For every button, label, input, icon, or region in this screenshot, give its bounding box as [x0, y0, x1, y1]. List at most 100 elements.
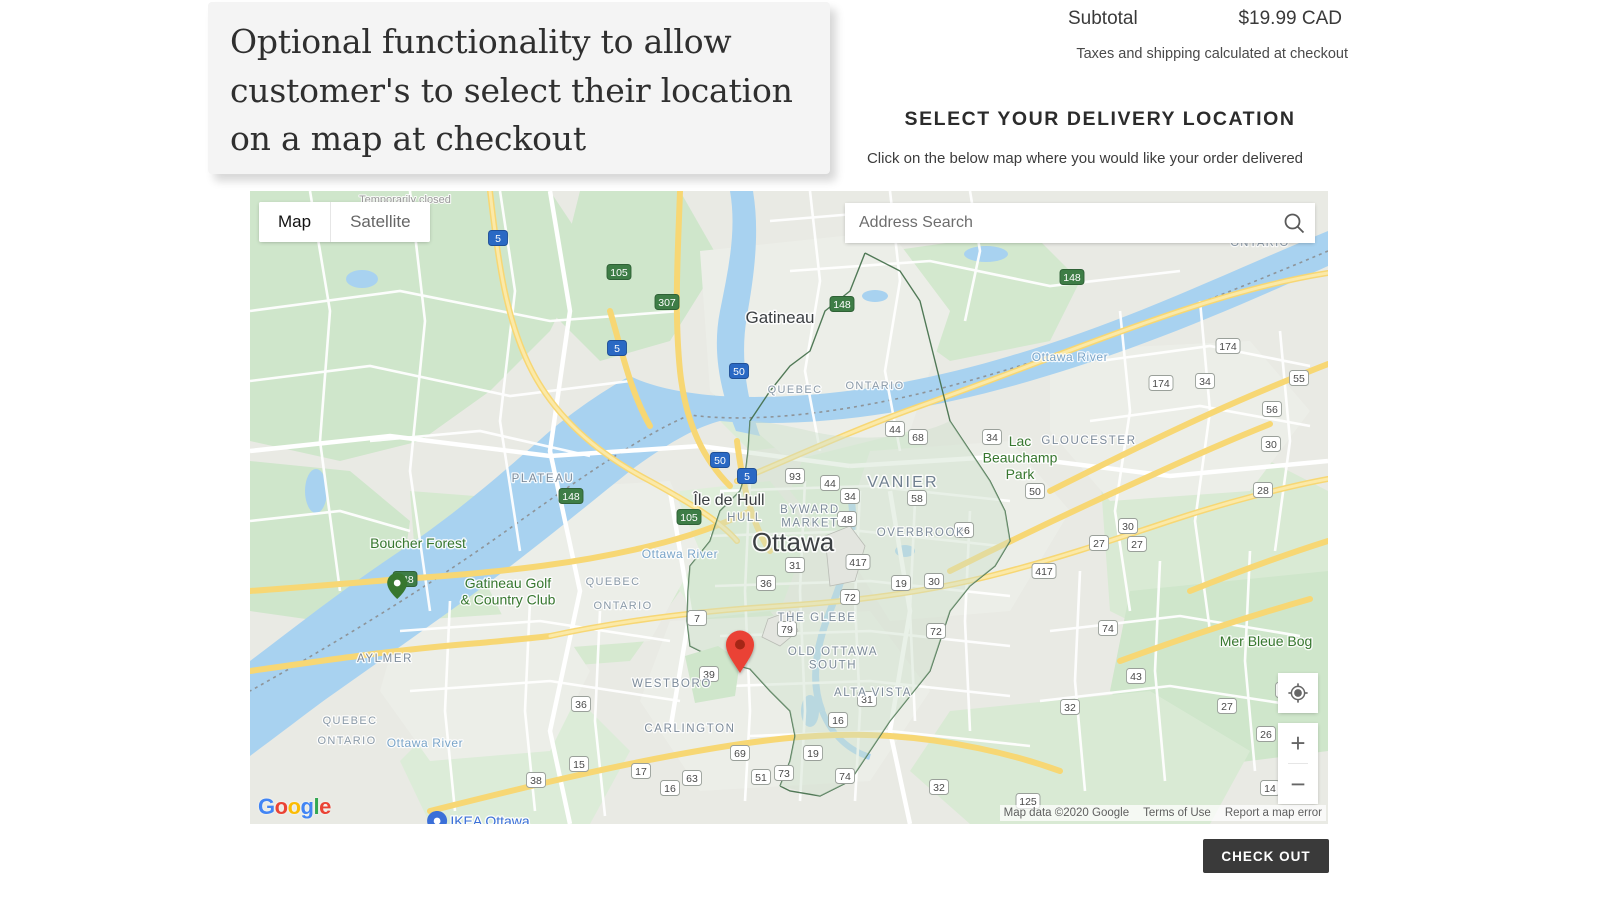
route-shield-number: 72 [844, 592, 856, 604]
svg-text:Gatineau: Gatineau [746, 308, 815, 327]
tax-shipping-note: Taxes and shipping calculated at checkou… [1076, 46, 1348, 62]
terms-of-use-link[interactable]: Terms of Use [1143, 807, 1211, 819]
svg-text:Ottawa River: Ottawa River [387, 736, 464, 750]
map-label: PLATEAUPLATEAU [510, 472, 575, 487]
map-label: IKEA OttawaIKEA Ottawa [427, 811, 531, 824]
route-shield: 30 [924, 573, 944, 589]
map-label: Boucher ForestBoucher Forest [369, 534, 468, 553]
route-shield-number: 93 [789, 471, 801, 483]
svg-text:ONTARIO: ONTARIO [317, 735, 376, 747]
route-shield: 58 [907, 490, 927, 506]
svg-text:PLATEAU: PLATEAU [512, 473, 575, 485]
subtotal-value: $19.99 CAD [1238, 8, 1342, 29]
route-shield: 148 [829, 296, 855, 312]
route-shield-number: 32 [1064, 702, 1076, 714]
route-shield: 93 [785, 468, 805, 484]
zoom-controls[interactable]: + − [1278, 723, 1318, 804]
route-shield: 19 [891, 575, 911, 591]
route-shield-number: 34 [844, 491, 856, 503]
svg-text:QUEBEC: QUEBEC [586, 576, 641, 588]
route-shield-number: 74 [1102, 623, 1114, 635]
route-shield: 30 [1118, 518, 1138, 534]
route-shield: 27 [1217, 698, 1237, 714]
search-icon[interactable] [1273, 211, 1315, 235]
cart-summary: Subtotal $19.99 CAD Taxes and shipping c… [1060, 8, 1350, 62]
svg-text:WESTBORO: WESTBORO [632, 678, 712, 690]
map-label: CARLINGTONCARLINGTON [643, 722, 735, 737]
delivery-location-map[interactable]: 5 105 307 148 148 5 50 50 5 93 44 44 34 48 34 58 26 174 17… [250, 191, 1328, 824]
svg-text:SOUTH: SOUTH [809, 660, 857, 672]
subtotal-label: Subtotal [1068, 8, 1138, 29]
route-shield: 417 [1031, 563, 1057, 579]
route-shield-number: 36 [760, 578, 772, 590]
route-shield-number: 30 [1265, 439, 1277, 451]
zoom-in-icon: + [1290, 728, 1306, 758]
route-shield-number: 16 [832, 715, 844, 727]
route-shield: 307 [654, 294, 680, 310]
route-shield-number: 38 [530, 775, 542, 787]
zoom-out-icon: − [1290, 769, 1306, 799]
route-shield: 105 [676, 509, 702, 525]
svg-text:HULL: HULL [727, 512, 763, 524]
route-shield-number: 174 [1219, 341, 1237, 353]
route-shield-number: 105 [680, 512, 698, 524]
address-search-input[interactable] [845, 214, 1273, 232]
route-shield: 30 [1261, 436, 1281, 452]
route-shield-number: 15 [573, 759, 585, 771]
svg-text:Ottawa: Ottawa [752, 527, 835, 557]
svg-text:ONTARIO: ONTARIO [845, 380, 904, 392]
map-type-map-button[interactable]: Map [259, 202, 332, 242]
route-shield-number: 30 [1122, 521, 1134, 533]
route-shield: 148 [558, 488, 584, 504]
map-canvas[interactable]: 5105307 148148550505 934444344834582617417… [250, 191, 1328, 824]
report-map-error-link[interactable]: Report a map error [1225, 807, 1322, 819]
logo-letter: g [300, 794, 314, 819]
zoom-in-button[interactable]: + [1278, 723, 1318, 763]
map-type-toggle[interactable]: Map Satellite [259, 202, 430, 242]
route-shield-number: 417 [1035, 566, 1053, 578]
my-location-icon[interactable] [1278, 673, 1318, 713]
route-shield: 14 [1260, 780, 1280, 796]
svg-text:Park: Park [1006, 466, 1036, 482]
route-shield-number: 36 [575, 699, 587, 711]
route-shield-number: 7 [694, 613, 700, 625]
route-shield-number: 307 [658, 297, 676, 309]
annotation-callout: Optional functionality to allow customer… [208, 2, 830, 174]
svg-text:& Country Club: & Country Club [461, 592, 556, 608]
route-shield-number: 74 [839, 771, 851, 783]
route-shield-number: 34 [1199, 376, 1211, 388]
check-out-button[interactable]: CHECK OUT [1203, 839, 1329, 873]
svg-text:AYLMER: AYLMER [357, 653, 413, 665]
route-shield-number: 19 [807, 748, 819, 760]
route-shield-number: 50 [1029, 486, 1041, 498]
route-shield-number: 16 [664, 783, 676, 795]
map-label: HULLHULL [726, 511, 763, 526]
route-shield: 16 [828, 712, 848, 728]
route-shield: 43 [1126, 668, 1146, 684]
route-shield: 50 [729, 363, 749, 379]
route-shield: 32 [929, 779, 949, 795]
zoom-out-button[interactable]: − [1278, 764, 1318, 804]
route-shield-number: 5 [495, 233, 501, 245]
svg-text:Île de Hull: Île de Hull [692, 490, 764, 509]
route-shield: 105 [606, 264, 632, 280]
map-data-attribution: Map data ©2020 Google [1003, 807, 1130, 819]
annotation-text: Optional functionality to allow customer… [230, 22, 793, 158]
address-search-box[interactable] [845, 203, 1315, 243]
route-shield: 17 [631, 763, 651, 779]
map-controls[interactable]: + − [1278, 673, 1318, 804]
map-label: Mer Bleue BogMer Bleue Bog [1218, 632, 1313, 651]
map-label: AYLMERAYLMER [356, 652, 413, 667]
map-label: WESTBOROWESTBORO [631, 677, 712, 692]
subtotal-row: Subtotal $19.99 CAD [1060, 8, 1350, 30]
route-shield-number: 72 [930, 626, 942, 638]
route-shield-number: 50 [714, 455, 726, 467]
route-shield-number: 26 [1260, 729, 1272, 741]
svg-text:ALTA VISTA: ALTA VISTA [834, 687, 912, 699]
map-type-satellite-button[interactable]: Satellite [331, 202, 430, 242]
route-shield: 148 [1059, 269, 1085, 285]
map-label: GatineauGatineau [744, 307, 816, 329]
map-label: GLOUCESTERGLOUCESTER [1040, 434, 1136, 449]
route-shield-number: 5 [614, 343, 620, 355]
route-shield-number: 68 [912, 432, 924, 444]
